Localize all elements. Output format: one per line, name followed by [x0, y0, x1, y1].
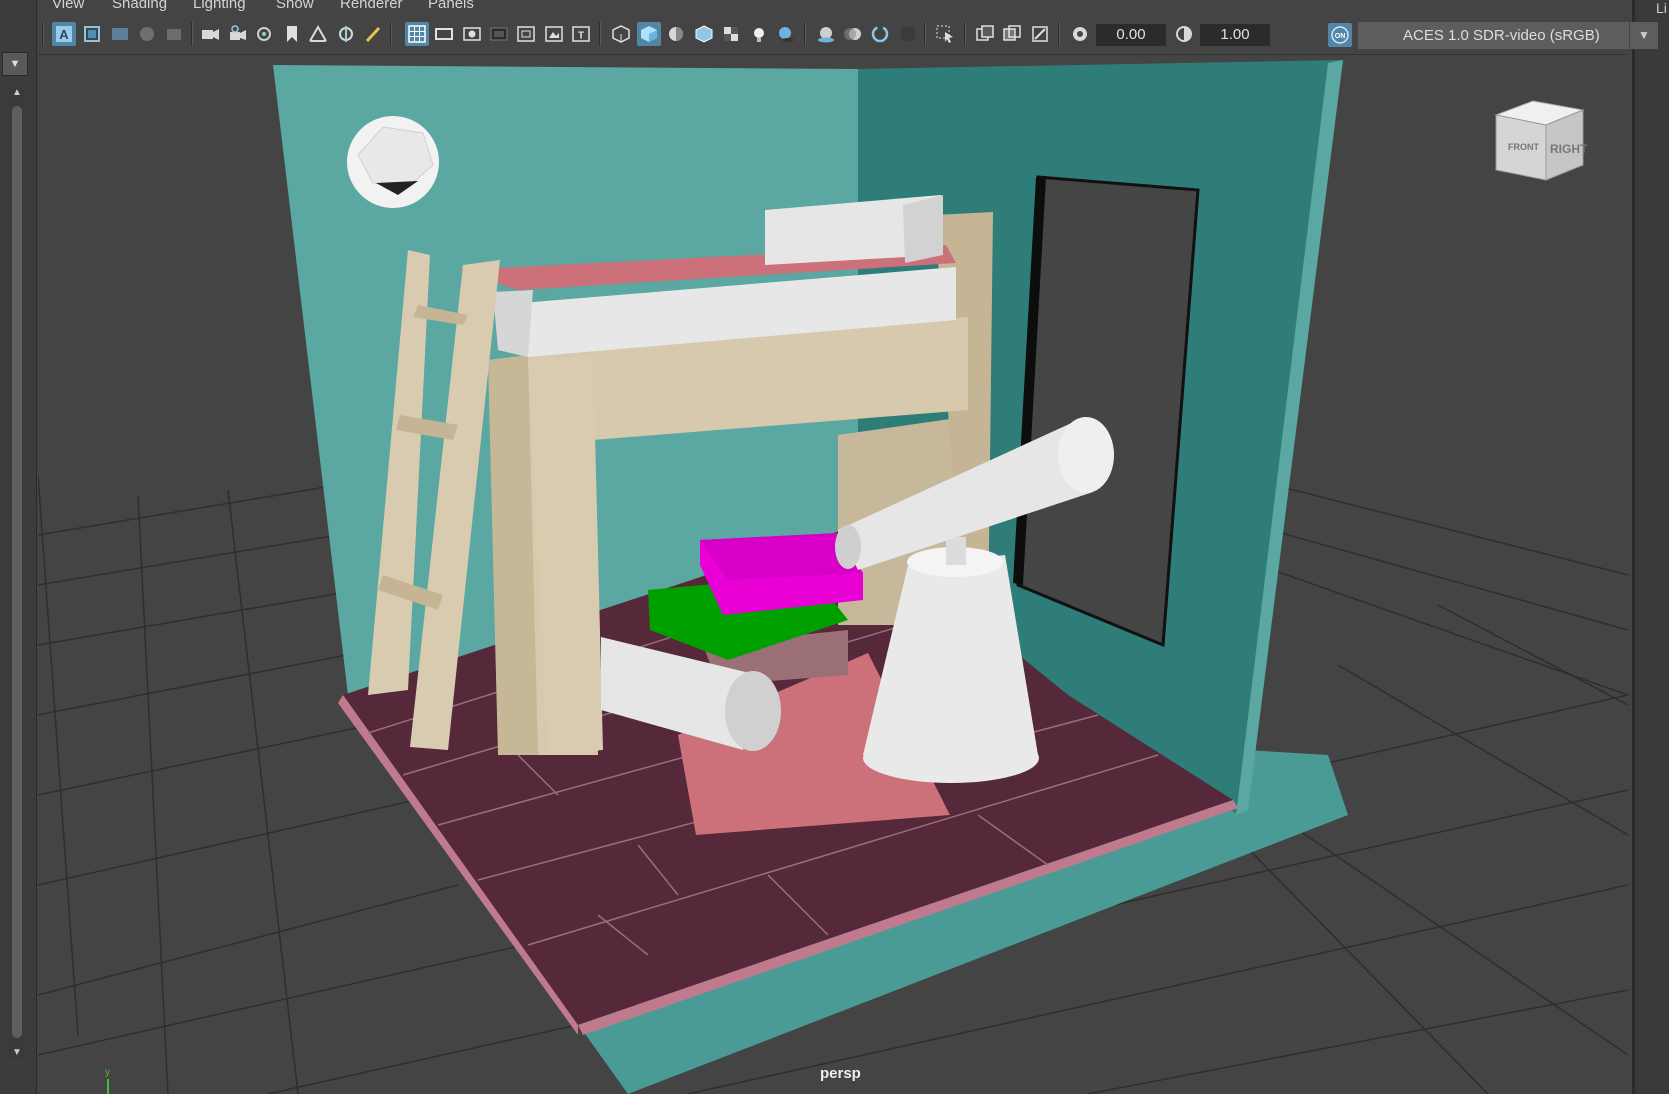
scroll-down-icon[interactable]: ▼: [9, 1046, 25, 1060]
color-space-dropdown[interactable]: ACES 1.0 SDR-video (sRGB) ▼: [1358, 22, 1658, 49]
axis-y-label: y: [105, 1067, 110, 1078]
toolbar-separator: [924, 22, 926, 46]
view-cube-front-label: FRONT: [1508, 142, 1539, 152]
use-all-lights-icon[interactable]: [747, 22, 771, 46]
viewport-toolbar: A T 0.00 1.00 ON ACES 1.0 SDR-video (sRG…: [38, 14, 1658, 55]
toolbar-separator: [191, 22, 193, 46]
wall-sphere: [347, 116, 439, 208]
textures-icon[interactable]: [719, 22, 743, 46]
menu-view[interactable]: View: [52, 0, 84, 12]
exposure-field[interactable]: 0.00: [1096, 24, 1166, 46]
menu-shading[interactable]: Shading: [112, 0, 167, 12]
gate-mask-icon[interactable]: [487, 22, 511, 46]
camera-attributes-icon[interactable]: [80, 22, 104, 46]
camera-layers-icon[interactable]: [162, 22, 186, 46]
lock-camera-icon[interactable]: [225, 22, 249, 46]
2d-pan-zoom-icon[interactable]: [306, 22, 330, 46]
panel-menu-dropdown[interactable]: ▼: [2, 52, 28, 76]
color-management-label: ON: [1335, 33, 1346, 40]
safe-action-icon[interactable]: [542, 22, 566, 46]
wireframe-icon[interactable]: [609, 22, 633, 46]
xray-active-icon[interactable]: [1000, 22, 1024, 46]
scroll-up-icon[interactable]: ▲: [9, 86, 25, 100]
color-space-value: ACES 1.0 SDR-video (sRGB): [1403, 27, 1600, 44]
chevron-down-icon: ▼: [1629, 22, 1658, 49]
view-cube[interactable]: FRONT RIGHT: [1488, 95, 1588, 195]
xray-joints-icon[interactable]: [1028, 22, 1052, 46]
pillow-side: [903, 195, 943, 263]
right-panel-label[interactable]: Li: [1656, 0, 1667, 16]
menu-renderer[interactable]: Renderer: [340, 0, 403, 12]
right-side-panel: Li: [1632, 0, 1669, 1094]
menu-lighting[interactable]: Lighting: [193, 0, 246, 12]
menu-panels[interactable]: Panels: [428, 0, 474, 12]
left-tool-strip: ▼ ▲ ▼: [0, 0, 37, 1094]
gamma-field[interactable]: 1.00: [1200, 24, 1270, 46]
toolbar-separator: [964, 22, 966, 46]
camera-tools-icon[interactable]: [252, 22, 276, 46]
anti-aliasing-icon[interactable]: [868, 22, 892, 46]
image-plane-icon[interactable]: [108, 22, 132, 46]
toolbar-separator: [804, 22, 806, 46]
paint-brush-icon[interactable]: [361, 22, 385, 46]
scene-render: [38, 60, 1628, 1094]
grease-pencil-icon[interactable]: [135, 22, 159, 46]
wireframe-on-shaded-icon[interactable]: [692, 22, 716, 46]
svg-text:A: A: [59, 27, 69, 42]
axis-gizmo: y x z: [88, 1065, 138, 1094]
select-camera-icon[interactable]: A: [52, 22, 76, 46]
exposure-icon[interactable]: [1068, 22, 1092, 46]
view-cube-right-label: RIGHT: [1550, 142, 1588, 156]
xray-icon[interactable]: [973, 22, 997, 46]
isolate-select-icon[interactable]: [933, 22, 957, 46]
svg-text:T: T: [578, 31, 584, 42]
field-chart-icon[interactable]: [514, 22, 538, 46]
resolution-gate-icon[interactable]: [460, 22, 484, 46]
grease-pencil-tool-icon[interactable]: [334, 22, 358, 46]
default-material-icon[interactable]: [664, 22, 688, 46]
shadows-icon[interactable]: [774, 22, 798, 46]
3d-viewport[interactable]: FRONT RIGHT y x z persp: [38, 55, 1628, 1094]
color-management-toggle[interactable]: ON: [1328, 23, 1352, 47]
toolbar-separator: [390, 22, 392, 46]
motion-blur-icon[interactable]: [841, 22, 865, 46]
camera-icon[interactable]: [198, 22, 222, 46]
screen-space-ao-icon[interactable]: [814, 22, 838, 46]
mattress-side: [493, 290, 533, 357]
menu-show[interactable]: Show: [276, 0, 314, 12]
vertical-scrollbar[interactable]: ▲ ▼: [9, 86, 25, 1060]
panel-menu-bar: View Shading Lighting Show Renderer Pane…: [38, 0, 1628, 14]
safe-title-icon[interactable]: T: [569, 22, 593, 46]
toolbar-separator: [42, 22, 44, 46]
bookmark-icon[interactable]: [280, 22, 304, 46]
toolbar-separator: [599, 22, 601, 46]
scrollbar-thumb[interactable]: [12, 106, 22, 1038]
camera-name-label: persp: [820, 1065, 861, 1082]
film-gate-icon[interactable]: [432, 22, 456, 46]
depth-of-field-icon[interactable]: [896, 22, 920, 46]
gamma-icon[interactable]: [1172, 22, 1196, 46]
grid-icon[interactable]: [405, 22, 429, 46]
toolbar-separator: [1058, 22, 1060, 46]
smooth-shade-icon[interactable]: [637, 22, 661, 46]
